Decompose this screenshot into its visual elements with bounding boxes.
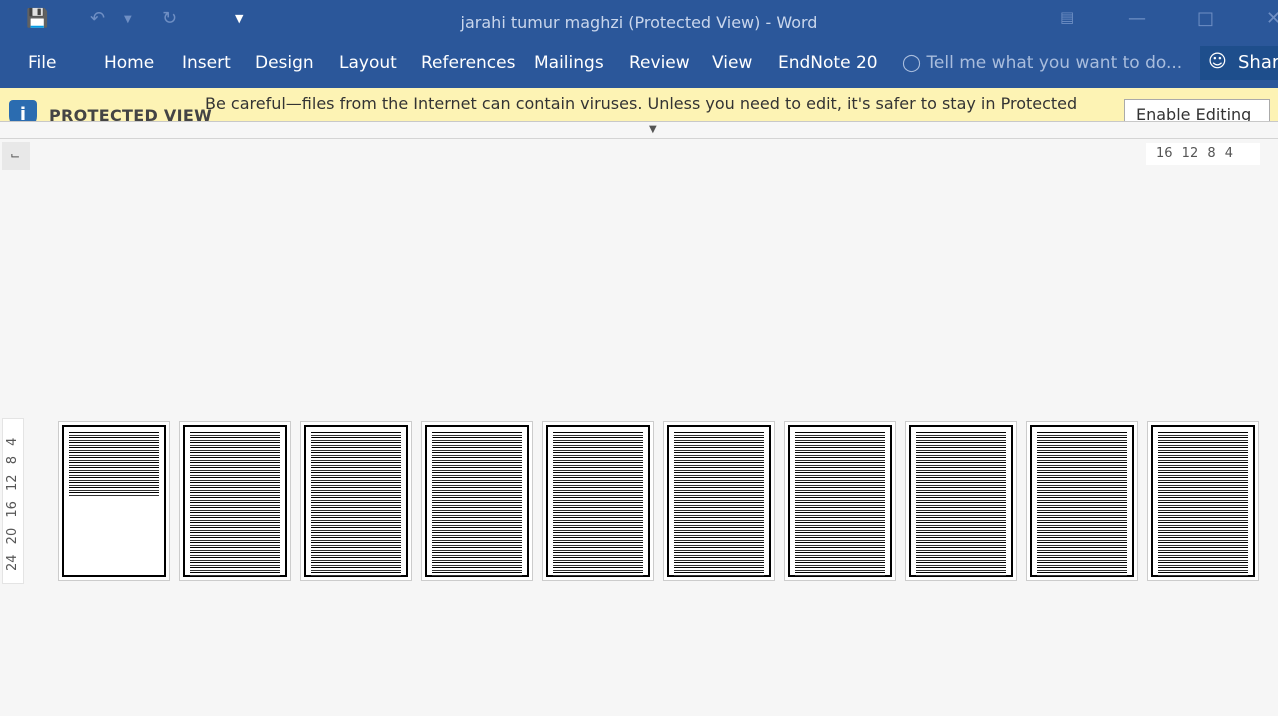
page-thumbnail[interactable] — [300, 421, 412, 581]
page-border — [62, 425, 166, 577]
tab-design[interactable]: Design — [255, 53, 314, 73]
page-text — [311, 432, 401, 576]
page-border — [788, 425, 892, 577]
tab-home[interactable]: Home — [104, 53, 154, 73]
horizontal-ruler-labels: 16 12 8 4 — [1156, 146, 1234, 161]
page-text — [674, 432, 764, 576]
page-text — [795, 432, 885, 576]
tab-file[interactable]: File — [28, 53, 56, 73]
page-thumbnail[interactable] — [58, 421, 170, 581]
maximize-icon[interactable]: □ — [1197, 8, 1214, 29]
page-text — [553, 432, 643, 576]
enable-editing-button[interactable]: Enable Editing — [1124, 99, 1270, 121]
page-text — [1037, 432, 1127, 576]
page-thumbnail[interactable] — [1026, 421, 1138, 581]
tab-selector-icon[interactable]: ⌙ — [2, 142, 30, 170]
share-button[interactable]: ☺ Share — [1200, 46, 1278, 80]
tab-insert[interactable]: Insert — [182, 53, 231, 73]
page-thumbnail[interactable] — [905, 421, 1017, 581]
page-border — [1030, 425, 1134, 577]
protected-view-message: Be careful—files from the Internet can c… — [205, 94, 1078, 113]
page-text — [1158, 432, 1248, 576]
vertical-ruler-labels: 24 20 16 12 8 4 — [5, 437, 20, 571]
share-label: Share — [1238, 52, 1278, 73]
window-title: jarahi tumur maghzi (Protected View) - W… — [460, 13, 818, 32]
close-icon[interactable]: ✕ — [1266, 8, 1278, 29]
title-bar: 💾 ↶ ▼ ↻ ▼ jarahi tumur maghzi (Protected… — [0, 0, 1278, 88]
ruler-divider — [0, 138, 1278, 139]
page-text — [190, 432, 280, 576]
tab-layout[interactable]: Layout — [339, 53, 397, 73]
page-thumbnail[interactable] — [663, 421, 775, 581]
page-border — [1151, 425, 1255, 577]
page-thumbnail[interactable] — [784, 421, 896, 581]
lightbulb-icon: ◯ — [902, 53, 922, 73]
protected-view-bar: i PROTECTED VIEW Be careful—files from t… — [0, 88, 1278, 122]
minimize-icon[interactable]: — — [1128, 8, 1146, 29]
horizontal-ruler[interactable]: 16 12 8 4 — [1146, 143, 1260, 165]
tab-references[interactable]: References — [421, 53, 515, 73]
page-thumbnail[interactable] — [179, 421, 291, 581]
page-text — [432, 432, 522, 576]
page-text — [69, 432, 159, 497]
page-border — [667, 425, 771, 577]
tell-me-search[interactable]: ◯ Tell me what you want to do... — [902, 53, 1182, 73]
page-border — [183, 425, 287, 577]
page-thumbnail[interactable] — [542, 421, 654, 581]
tell-me-text: Tell me what you want to do... — [926, 53, 1183, 73]
collapse-ribbon-icon[interactable]: ▼ — [649, 124, 657, 135]
page-border — [909, 425, 1013, 577]
tab-view[interactable]: View — [712, 53, 752, 73]
page-border — [546, 425, 650, 577]
tab-endnote[interactable]: EndNote 20 — [778, 53, 878, 73]
page-border — [304, 425, 408, 577]
vertical-ruler[interactable]: 24 20 16 12 8 4 — [2, 418, 24, 584]
shield-info-icon: i — [9, 100, 37, 121]
page-border — [425, 425, 529, 577]
tab-review[interactable]: Review — [629, 53, 690, 73]
page-thumbnail[interactable] — [421, 421, 533, 581]
page-text — [916, 432, 1006, 576]
tab-mailings[interactable]: Mailings — [534, 53, 604, 73]
protected-view-label: PROTECTED VIEW — [49, 106, 213, 122]
page-thumbnail[interactable] — [1147, 421, 1259, 581]
add-person-icon: ☺ — [1208, 51, 1227, 72]
ribbon-display-icon[interactable]: ▤ — [1060, 8, 1074, 26]
